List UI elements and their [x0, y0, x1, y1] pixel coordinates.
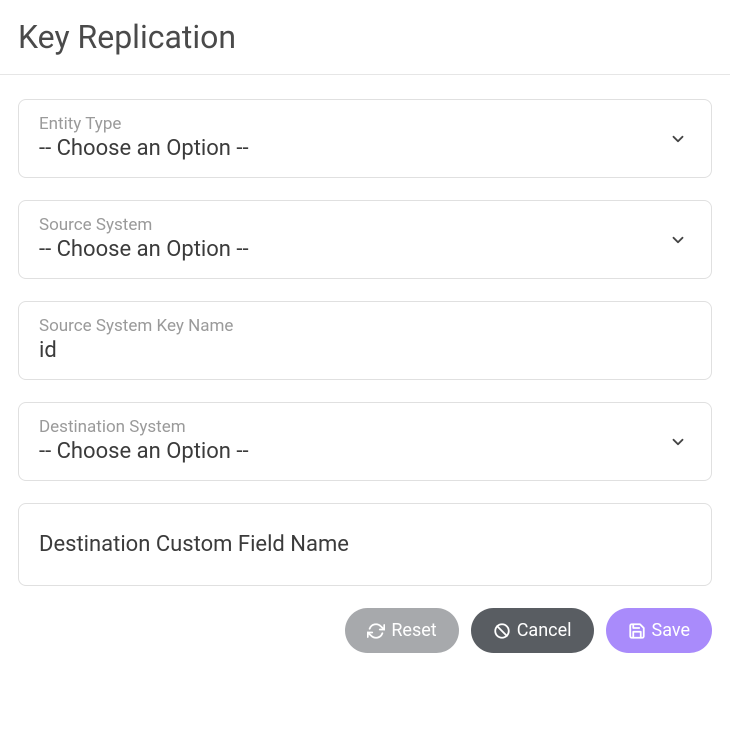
- save-icon: [628, 622, 646, 640]
- refresh-icon: [367, 622, 385, 640]
- entity-type-select[interactable]: Entity Type -- Choose an Option --: [18, 99, 712, 178]
- cancel-button-label: Cancel: [517, 620, 572, 641]
- divider: [0, 74, 730, 75]
- chevron-down-icon: [669, 130, 687, 148]
- save-button-label: Save: [652, 620, 691, 641]
- source-system-label: Source System: [39, 215, 691, 235]
- destination-custom-field-name-field[interactable]: [18, 503, 712, 586]
- destination-system-value: -- Choose an Option --: [39, 439, 691, 464]
- source-system-key-name-field[interactable]: Source System Key Name: [18, 301, 712, 380]
- save-button[interactable]: Save: [606, 608, 713, 653]
- action-bar: Reset Cancel Save: [18, 608, 712, 653]
- page-title: Key Replication: [18, 18, 712, 56]
- chevron-down-icon: [669, 433, 687, 451]
- reset-button[interactable]: Reset: [345, 608, 458, 653]
- destination-system-label: Destination System: [39, 417, 691, 437]
- source-system-key-name-input[interactable]: [39, 338, 691, 363]
- chevron-down-icon: [669, 231, 687, 249]
- destination-custom-field-name-input[interactable]: [39, 532, 691, 557]
- entity-type-value: -- Choose an Option --: [39, 136, 691, 161]
- destination-system-select[interactable]: Destination System -- Choose an Option -…: [18, 402, 712, 481]
- cancel-button[interactable]: Cancel: [471, 608, 594, 653]
- reset-button-label: Reset: [391, 620, 436, 641]
- ban-icon: [493, 622, 511, 640]
- source-system-select[interactable]: Source System -- Choose an Option --: [18, 200, 712, 279]
- entity-type-label: Entity Type: [39, 114, 691, 134]
- source-system-key-name-label: Source System Key Name: [39, 316, 691, 336]
- source-system-value: -- Choose an Option --: [39, 237, 691, 262]
